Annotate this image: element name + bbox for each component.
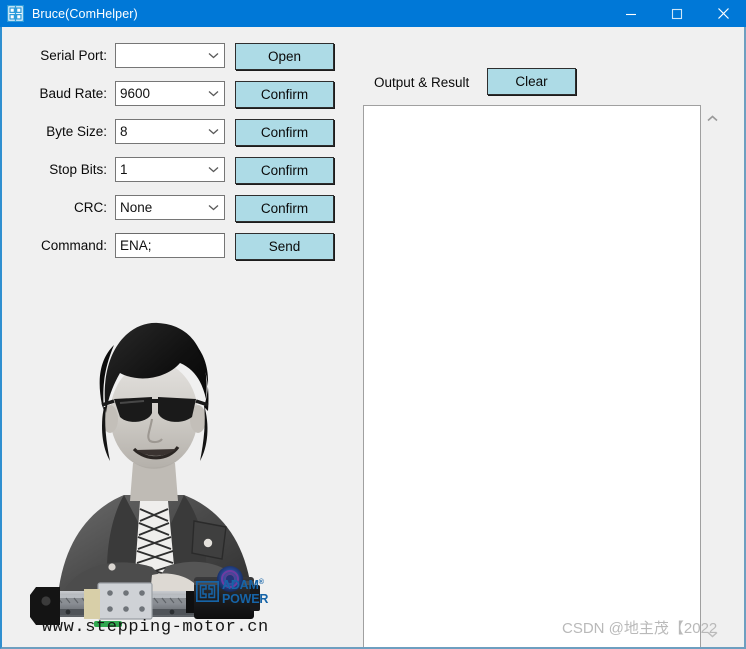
window-title: Bruce(ComHelper) bbox=[32, 6, 138, 21]
close-icon bbox=[717, 8, 729, 19]
chevron-down-icon bbox=[208, 205, 219, 211]
close-button[interactable] bbox=[700, 0, 746, 27]
window-body: Serial Port: Open Baud Rate: 9600 Confir… bbox=[0, 27, 746, 649]
promo-banner: ADAM® POWER www.stepping-motor.cn bbox=[16, 295, 292, 647]
scroll-up-button[interactable] bbox=[702, 109, 723, 127]
form-row-stop-bits: Stop Bits: 1 Confirm bbox=[2, 157, 352, 184]
baud-rate-select[interactable]: 9600 bbox=[115, 81, 225, 106]
output-textarea[interactable] bbox=[363, 105, 701, 647]
website-url: www.stepping-motor.cn bbox=[42, 618, 269, 637]
label-crc: CRC: bbox=[74, 200, 107, 215]
open-button[interactable]: Open bbox=[235, 43, 334, 70]
chevron-down-icon bbox=[208, 91, 219, 97]
label-serial-port: Serial Port: bbox=[40, 48, 107, 63]
form-row-baud-rate: Baud Rate: 9600 Confirm bbox=[2, 81, 352, 108]
adam-logo-line2: POWER bbox=[222, 591, 269, 606]
adam-power-wordmark: ADAM® POWER bbox=[222, 579, 268, 605]
scroll-down-button[interactable] bbox=[702, 625, 723, 643]
form-row-command: Command: ENA; Send bbox=[2, 233, 352, 260]
confirm-crc-button[interactable]: Confirm bbox=[235, 195, 334, 222]
byte-size-select[interactable]: 8 bbox=[115, 119, 225, 144]
stop-bits-select[interactable]: 1 bbox=[115, 157, 225, 182]
chevron-down-icon bbox=[208, 129, 219, 135]
maximize-button[interactable] bbox=[654, 0, 700, 27]
title-bar: Bruce(ComHelper) bbox=[0, 0, 746, 27]
connection-form: Serial Port: Open Baud Rate: 9600 Confir… bbox=[2, 27, 352, 267]
command-value: ENA; bbox=[120, 238, 152, 253]
confirm-baud-rate-button[interactable]: Confirm bbox=[235, 81, 334, 108]
label-baud-rate: Baud Rate: bbox=[39, 86, 107, 101]
adam-power-mark-icon bbox=[196, 581, 219, 603]
clear-button[interactable]: Clear bbox=[487, 68, 576, 95]
maximize-icon bbox=[671, 8, 683, 19]
crc-value: None bbox=[120, 200, 153, 215]
label-command: Command: bbox=[40, 238, 107, 253]
send-button[interactable]: Send bbox=[235, 233, 334, 260]
output-result-label: Output & Result bbox=[374, 75, 470, 90]
crc-select[interactable]: None bbox=[115, 195, 225, 220]
adam-logo-line1: ADAM® bbox=[222, 578, 264, 592]
label-stop-bits: Stop Bits: bbox=[49, 162, 107, 177]
label-byte-size: Byte Size: bbox=[46, 124, 107, 139]
baud-rate-value: 9600 bbox=[120, 86, 151, 101]
stop-bits-value: 1 bbox=[120, 162, 128, 177]
chevron-down-icon bbox=[208, 53, 219, 59]
form-row-crc: CRC: None Confirm bbox=[2, 195, 352, 222]
chevron-down-icon bbox=[707, 631, 718, 638]
minimize-button[interactable] bbox=[608, 0, 654, 27]
confirm-stop-bits-button[interactable]: Confirm bbox=[235, 157, 334, 184]
adam-power-logo: ADAM® POWER bbox=[196, 579, 268, 605]
output-scrollbar[interactable] bbox=[702, 105, 723, 647]
byte-size-value: 8 bbox=[120, 124, 128, 139]
minimize-icon bbox=[626, 13, 636, 15]
form-row-serial-port: Serial Port: Open bbox=[2, 43, 352, 70]
com-helper-icon bbox=[7, 5, 24, 22]
app-window: Bruce(ComHelper) Serial Port: Open Baud … bbox=[0, 0, 746, 649]
form-row-byte-size: Byte Size: 8 Confirm bbox=[2, 119, 352, 146]
serial-port-select[interactable] bbox=[115, 43, 225, 68]
chevron-up-icon bbox=[707, 114, 718, 121]
chevron-down-icon bbox=[208, 167, 219, 173]
confirm-byte-size-button[interactable]: Confirm bbox=[235, 119, 334, 146]
command-input[interactable]: ENA; bbox=[115, 233, 225, 258]
